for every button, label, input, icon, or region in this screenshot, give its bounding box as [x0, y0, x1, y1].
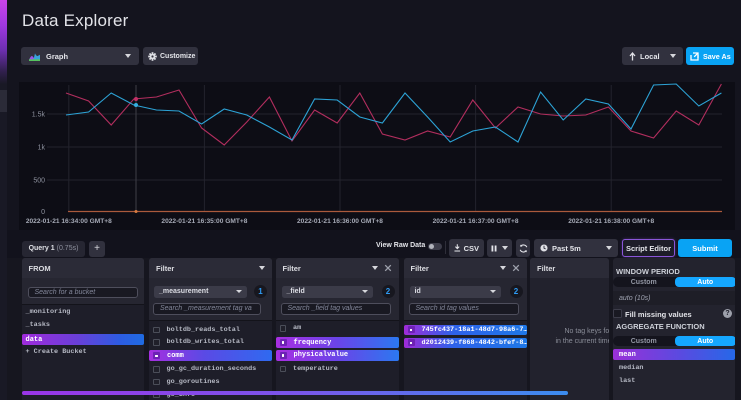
svg-text:1.5k: 1.5k — [32, 112, 46, 119]
svg-text:2022-01-21 16:38:00 GMT+8: 2022-01-21 16:38:00 GMT+8 — [568, 218, 654, 225]
svg-text:2022-01-21 16:36:00 GMT+8: 2022-01-21 16:36:00 GMT+8 — [297, 218, 383, 225]
svg-text:2022-01-21 16:34:00 GMT+8: 2022-01-21 16:34:00 GMT+8 — [26, 218, 112, 225]
svg-text:500: 500 — [33, 178, 45, 185]
svg-text:2022-01-21 16:35:00 GMT+8: 2022-01-21 16:35:00 GMT+8 — [161, 218, 247, 225]
svg-text:1k: 1k — [38, 145, 46, 152]
svg-text:2022-01-21 16:37:00 GMT+8: 2022-01-21 16:37:00 GMT+8 — [433, 218, 519, 225]
svg-text:0: 0 — [41, 209, 45, 216]
